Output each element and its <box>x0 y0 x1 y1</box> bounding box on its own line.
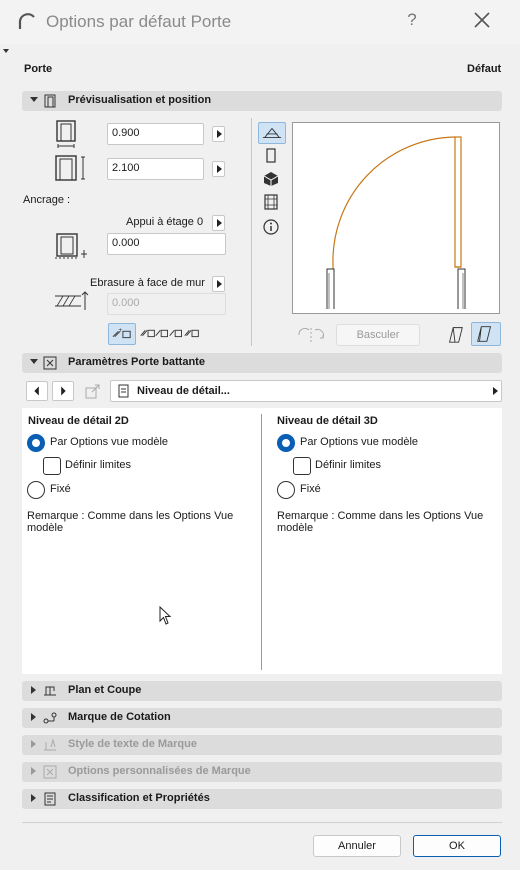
chevron-right-icon <box>31 767 36 775</box>
section-label: Paramètres Porte battante <box>68 356 205 368</box>
door-preview-canvas <box>292 122 500 314</box>
chevron-right-icon <box>31 740 36 748</box>
door-height-icon <box>55 155 85 181</box>
chevron-down-icon <box>30 359 38 364</box>
close-icon[interactable] <box>470 8 494 32</box>
flip-button[interactable]: Basculer <box>336 324 420 346</box>
flip-preview-icon <box>298 328 325 342</box>
section-label: Classification et Propriétés <box>68 792 210 804</box>
door-plan-drawing <box>326 136 466 309</box>
door-preview-icon <box>44 94 56 108</box>
detail-3d-model-label[interactable]: Par Options vue modèle <box>300 436 418 448</box>
width-stepper-arrow[interactable] <box>212 126 225 142</box>
anchor-label: Ancrage : <box>23 194 71 206</box>
section-label: Plan et Coupe <box>68 684 142 696</box>
plan-section-icon <box>44 686 56 696</box>
section-label: Marque de Cotation <box>68 711 171 723</box>
section-label: Style de texte de Marque <box>68 738 197 750</box>
parameter-page-dropdown[interactable]: Niveau de détail... <box>110 380 502 402</box>
anchor-sill-icon <box>55 233 87 259</box>
classification-icon <box>44 792 56 806</box>
detail-2d-remark: Remarque : Comme dans les Options Vue mo… <box>27 510 234 534</box>
reveal-depth-field[interactable]: 0.000 <box>107 293 226 315</box>
dropdown-selected-value: Niveau de détail... <box>137 385 230 397</box>
detail-3d-limits-label[interactable]: Définir limites <box>315 459 381 471</box>
detail-2d-model-radio[interactable] <box>27 434 45 452</box>
collapse-toggle-icon[interactable] <box>3 49 9 53</box>
detail-3d-fixed-radio[interactable] <box>277 481 295 499</box>
detail-2d-title: Niveau de détail 2D <box>28 415 129 427</box>
chevron-right-icon <box>31 713 36 721</box>
window-title: Options par défaut Porte <box>46 12 232 31</box>
defaults-label: Défaut <box>467 63 502 75</box>
height-field[interactable]: 2.100 <box>107 158 204 180</box>
anchor-option-arrow[interactable] <box>212 215 225 231</box>
panel-divider <box>261 414 262 670</box>
anchor-option-label[interactable]: Appui à étage 0 <box>126 216 203 228</box>
chevron-right-icon <box>31 686 36 694</box>
section-marker-text-style[interactable]: Style de texte de Marque <box>22 735 502 755</box>
view-section-icon[interactable] <box>263 194 279 210</box>
section-plan-section[interactable]: Plan et Coupe <box>22 681 502 701</box>
arrow-left-icon <box>34 386 39 396</box>
text-style-icon <box>44 738 56 751</box>
detail-2d-limits-label[interactable]: Définir limites <box>65 459 131 471</box>
info-icon[interactable] <box>263 219 279 235</box>
detail-3d-limits-checkbox[interactable] <box>293 457 311 475</box>
arrow-right-icon <box>61 386 66 396</box>
custom-marker-icon <box>43 765 57 779</box>
opening-inward-icon[interactable] <box>444 324 468 346</box>
anchor-point-core-icon[interactable]: + <box>108 323 136 345</box>
detail-2d-limits-checkbox[interactable] <box>43 457 61 475</box>
section-classification[interactable]: Classification et Propriétés <box>22 789 502 809</box>
element-type-label: Porte <box>24 63 53 75</box>
svg-text:+: + <box>118 327 122 334</box>
vertical-divider <box>251 118 252 346</box>
section-label: Prévisualisation et position <box>68 94 212 106</box>
door-width-icon <box>56 120 76 148</box>
section-door-parameters[interactable]: Paramètres Porte battante <box>22 353 502 373</box>
section-custom-marker[interactable]: Options personnalisées de Marque <box>22 762 502 782</box>
chevron-down-icon <box>30 97 38 102</box>
door-app-icon <box>18 13 35 29</box>
dimension-marker-icon <box>43 712 57 724</box>
detail-3d-fixed-label[interactable]: Fixé <box>300 483 321 495</box>
parameters-icon <box>43 356 57 370</box>
section-label: Options personnalisées de Marque <box>68 765 251 777</box>
view-front-icon[interactable] <box>264 148 278 164</box>
detail-2d-fixed-label[interactable]: Fixé <box>50 483 71 495</box>
footer-divider <box>22 822 502 823</box>
chevron-right-icon <box>493 387 498 395</box>
previous-page-button[interactable] <box>26 381 48 401</box>
section-dimension-marker[interactable]: Marque de Cotation <box>22 708 502 728</box>
anchor-offset-field[interactable]: 0.000 <box>107 233 226 255</box>
detail-3d-model-radio[interactable] <box>277 434 295 452</box>
next-page-button[interactable] <box>52 381 74 401</box>
cancel-button[interactable]: Annuler <box>313 835 401 857</box>
height-stepper-arrow[interactable] <box>212 161 225 177</box>
mouse-cursor-icon <box>159 606 172 625</box>
export-icon[interactable] <box>84 382 102 400</box>
view-3d-icon[interactable] <box>263 171 279 187</box>
reveal-option-arrow[interactable] <box>212 276 225 292</box>
detail-2d-fixed-radio[interactable] <box>27 481 45 499</box>
ok-button[interactable]: OK <box>413 835 501 857</box>
detail-3d-remark: Remarque : Comme dans les Options Vue mo… <box>277 510 484 534</box>
wall-reveal-icon <box>55 291 89 310</box>
reveal-option-label[interactable]: Ebrasure à face de mur <box>90 277 205 289</box>
section-preview-position[interactable]: Prévisualisation et position <box>22 91 502 111</box>
detail-2d-model-label[interactable]: Par Options vue modèle <box>50 436 168 448</box>
chevron-right-icon <box>31 794 36 802</box>
detail-level-icon <box>118 384 129 398</box>
width-field[interactable]: 0.900 <box>107 123 204 145</box>
opening-outward-icon[interactable] <box>471 322 501 346</box>
view-plan-icon[interactable] <box>258 122 286 144</box>
detail-3d-title: Niveau de détail 3D <box>277 415 378 427</box>
anchor-point-center-icon[interactable] <box>181 323 205 345</box>
help-button[interactable]: ? <box>400 10 424 30</box>
